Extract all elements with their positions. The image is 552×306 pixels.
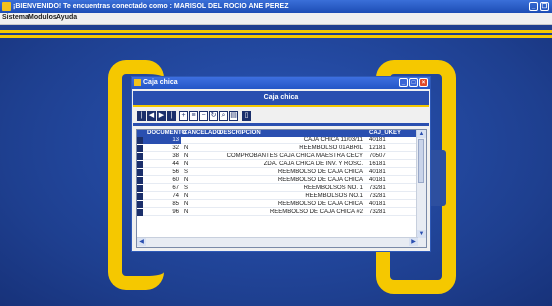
app-icon (2, 2, 11, 11)
child-title-bar: Caja chica _ □ × (132, 77, 430, 89)
cell-descripcion: ZDA. CAJA CHICA DE INV. Y ROSC. (263, 161, 363, 167)
main-title-bar: ¡BIENVENIDO! Te encuentras conectado com… (0, 0, 552, 13)
caja-chica-window: Caja chica _ □ × Caja chica | ◀ ▶ | + ≡ … (131, 76, 431, 252)
toolbar-underline (133, 123, 429, 126)
cell-caj-ukey: 73281 (369, 185, 386, 191)
cell-descripcion: REEMBOLSO 01ABRIL (299, 145, 363, 151)
header-cancelado[interactable]: CANCELADO (183, 130, 221, 137)
child-maximize-button[interactable]: □ (409, 78, 418, 87)
grid-header: DOCUMENTO CANCELADO DESCRIPCION CAJ_UKEY (137, 130, 418, 137)
yellow-stripe-top (0, 30, 552, 33)
child-close-button[interactable]: × (419, 78, 428, 87)
cell-documento: 56 (172, 169, 179, 175)
horizontal-scrollbar[interactable]: ◀ ▶ (137, 237, 418, 247)
cell-caj-ukey: 73281 (369, 193, 386, 199)
cell-cancelado: N (184, 209, 189, 215)
cell-documento: 44 (172, 161, 179, 167)
cell-caj-ukey: 40181 (369, 169, 386, 175)
first-record-icon[interactable]: | (137, 111, 146, 121)
cell-documento: 96 (172, 209, 179, 215)
cell-documento: 85 (172, 201, 179, 207)
header-descripcion[interactable]: DESCRIPCION (219, 130, 261, 137)
vertical-scrollbar[interactable]: ▲ ▼ (416, 130, 426, 247)
edit-icon[interactable]: ≡ (189, 111, 198, 121)
add-icon[interactable]: + (179, 111, 188, 121)
delete-icon[interactable]: − (199, 111, 208, 121)
exit-icon[interactable]: ▯ (242, 111, 251, 121)
table-row[interactable]: 32 N REEMBOLSO 01ABRIL 12181 (137, 145, 418, 152)
cell-documento: 67 (172, 185, 179, 191)
cell-descripcion: COMPROBANTES CAJA CHICA MAESTRA CECY (226, 153, 363, 159)
cell-cancelado: N (184, 177, 189, 183)
refresh-icon[interactable]: ↻ (209, 111, 218, 121)
search-icon[interactable]: ⌕ (219, 111, 228, 121)
cell-documento: 38 (172, 153, 179, 159)
cell-descripcion: REEMBOLSO DE CAJA CHICA (277, 169, 363, 175)
cell-cancelado: N (184, 201, 189, 207)
scroll-down-icon[interactable]: ▼ (417, 230, 426, 238)
cell-cancelado: S (184, 169, 189, 175)
window-title: ¡BIENVENIDO! Te encuentras conectado com… (13, 3, 289, 10)
table-row[interactable]: 85 N REEMBOLSO DE CAJA CHICA 40181 (137, 201, 418, 208)
cell-caj-ukey: 16181 (369, 161, 386, 167)
cell-cancelado: S (184, 185, 189, 191)
menu-modulos[interactable]: Modulos (28, 14, 57, 21)
cell-caj-ukey: 73281 (369, 209, 386, 215)
prev-record-icon[interactable]: ◀ (147, 111, 156, 121)
cell-documento: 13 (143, 137, 181, 144)
child-minimize-button[interactable]: _ (399, 78, 408, 87)
table-row[interactable]: 96 N REEMBOLSO DE CAJA CHICA #2 73281 (137, 209, 418, 216)
table-row[interactable]: 38 N COMPROBANTES CAJA CHICA MAESTRA CEC… (137, 153, 418, 160)
window-icon (134, 79, 141, 86)
cell-caj-ukey: 40181 (369, 201, 386, 207)
cell-descripcion: CAJA CHICA 11/03/11 (303, 137, 363, 143)
header-documento[interactable]: DOCUMENTO (147, 130, 186, 137)
cell-cancelado: N (184, 153, 189, 159)
form-header: Caja chica (133, 91, 429, 107)
table-row[interactable]: 67 S REEMBOLSOS NO. 1 73281 (137, 185, 418, 192)
cell-caj-ukey: 40181 (369, 137, 386, 143)
cell-caj-ukey: 70507 (369, 153, 386, 159)
cell-cancelado (182, 137, 218, 144)
table-row[interactable]: 56 S REEMBOLSO DE CAJA CHICA 40181 (137, 169, 418, 176)
menu-ayuda[interactable]: Ayuda (56, 14, 77, 21)
table-row[interactable]: 44 N ZDA. CAJA CHICA DE INV. Y ROSC. 161… (137, 161, 418, 168)
restore-button[interactable]: ❐ (540, 2, 549, 11)
table-row[interactable]: 60 N REEMBOLSO DE CAJA CHICA 40181 (137, 177, 418, 184)
cell-descripcion: REEMBOLSO DE CAJA CHICA (277, 201, 363, 207)
table-row[interactable]: 13 CAJA CHICA 11/03/11 40181 (137, 137, 418, 144)
minimize-button[interactable]: _ (529, 2, 538, 11)
child-window-title: Caja chica (143, 79, 178, 86)
menu-bar: Sistema Modulos Ayuda (0, 13, 552, 25)
menu-sistema[interactable]: Sistema (2, 14, 29, 21)
cell-documento: 32 (172, 145, 179, 151)
last-record-icon[interactable]: | (167, 111, 176, 121)
cell-documento: 74 (172, 193, 179, 199)
cell-cancelado: N (184, 193, 189, 199)
cell-caj-ukey: 12181 (369, 145, 386, 151)
next-record-icon[interactable]: ▶ (157, 111, 166, 121)
records-grid[interactable]: DOCUMENTO CANCELADO DESCRIPCION CAJ_UKEY… (136, 129, 427, 248)
cell-documento: 60 (172, 177, 179, 183)
header-caj-ukey[interactable]: CAJ_UKEY (369, 130, 401, 137)
cell-cancelado: N (184, 161, 189, 167)
cell-descripcion: REEMBOLSO DE CAJA CHICA (277, 177, 363, 183)
table-row[interactable]: 74 N REEMBOLSOS NO.1 73281 (137, 193, 418, 200)
vertical-scroll-thumb[interactable] (418, 139, 424, 183)
scroll-up-icon[interactable]: ▲ (417, 130, 426, 138)
cell-descripcion: REEMBOLSO DE CAJA CHICA #2 (269, 209, 363, 215)
scroll-right-icon[interactable]: ▶ (409, 238, 418, 246)
cell-descripcion: REEMBOLSOS NO. 1 (303, 185, 363, 191)
scroll-left-icon[interactable]: ◀ (137, 238, 146, 246)
cell-cancelado: N (184, 145, 189, 151)
print-icon[interactable]: ▤ (229, 111, 238, 121)
cell-caj-ukey: 40181 (369, 177, 386, 183)
cell-descripcion: REEMBOLSOS NO.1 (305, 193, 363, 199)
